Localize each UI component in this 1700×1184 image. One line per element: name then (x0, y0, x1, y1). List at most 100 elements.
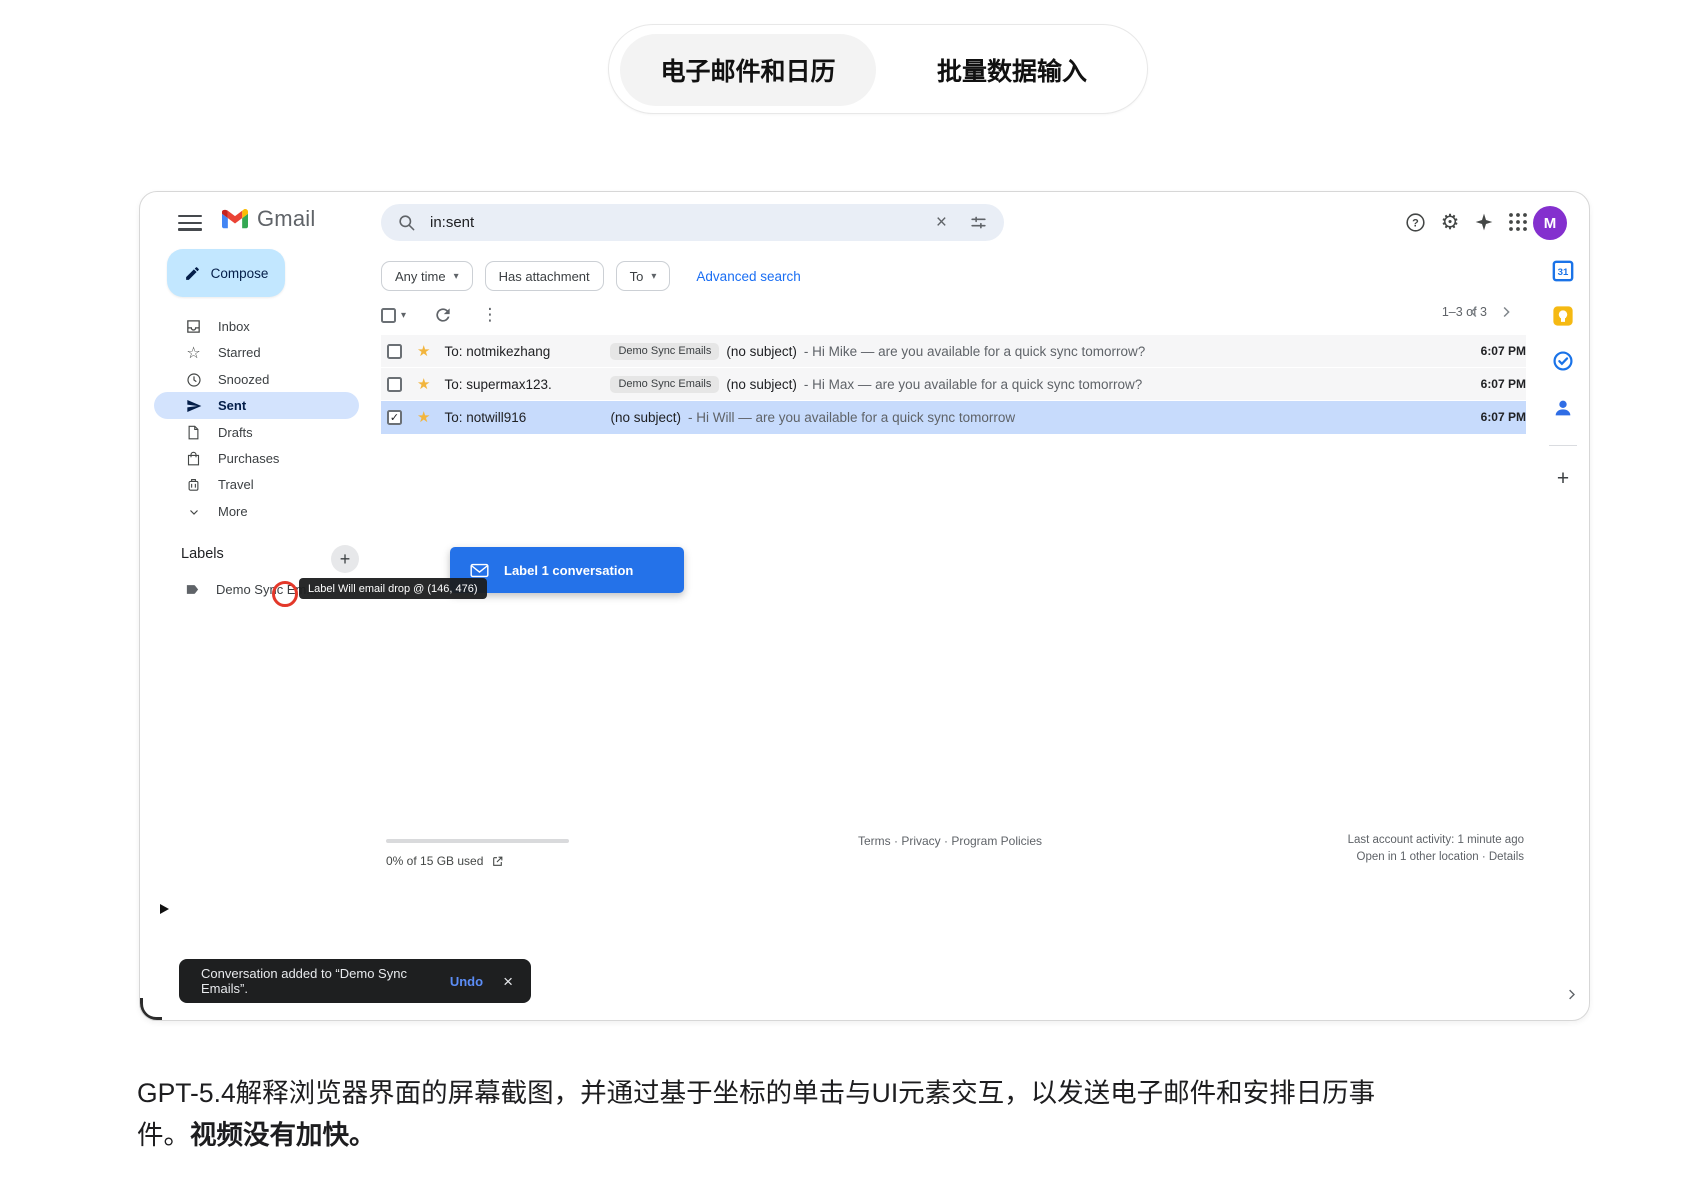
subject: (no subject) (726, 377, 797, 392)
caption-line1: GPT-5.4解释浏览器界面的屏幕截图，并通过基于坐标的单击与UI元素交互，以发… (137, 1078, 1375, 1108)
caption-line2-bold: 视频没有加快。 (190, 1120, 376, 1150)
compose-label: Compose (211, 266, 269, 281)
subject: (no subject) (610, 410, 681, 425)
chip-has-attachment[interactable]: Has attachment (485, 261, 604, 291)
timestamp: 6:07 PM (1481, 344, 1526, 358)
select-all-checkbox[interactable] (381, 308, 396, 323)
recipient: To: notwill916 (444, 410, 610, 425)
caption: GPT-5.4解释浏览器界面的屏幕截图，并通过基于坐标的单击与UI元素交互，以发… (137, 1072, 1567, 1156)
more-options-icon[interactable]: ⋮ (480, 305, 500, 325)
search-icon[interactable] (397, 213, 416, 232)
snackbar-toast: Conversation added to “Demo Sync Emails”… (179, 959, 531, 1003)
chevron-down-icon (185, 503, 202, 520)
snippet: - Hi Mike — are you available for a quic… (804, 344, 1145, 359)
show-side-panel-icon[interactable] (1564, 987, 1580, 1003)
help-icon[interactable]: ? (1405, 212, 1427, 234)
clear-search-icon[interactable]: × (936, 212, 947, 234)
sidebar-item-travel[interactable]: Travel (154, 471, 359, 498)
email-row-2[interactable]: ★ To: supermax123. Demo Sync Emails (no … (381, 368, 1526, 401)
storage-text: 0% of 15 GB used (386, 854, 504, 868)
view-toggle: 电子邮件和日历 批量数据输入 (608, 24, 1148, 114)
corner-mark (139, 998, 162, 1021)
toast-message: Conversation added to “Demo Sync Emails”… (201, 966, 426, 996)
star-icon[interactable]: ★ (417, 344, 430, 359)
svg-text:?: ? (1412, 217, 1419, 229)
chevron-down-icon: ▾ (651, 271, 656, 282)
settings-gear-icon[interactable]: ⚙ (1439, 212, 1461, 234)
label-chip[interactable]: Demo Sync Emails (610, 376, 719, 393)
sidebar-item-inbox[interactable]: Inbox (154, 313, 359, 340)
caption-line2: 件。 (137, 1120, 190, 1150)
star-icon[interactable]: ★ (417, 410, 430, 425)
row-checkbox[interactable] (387, 344, 402, 359)
avatar[interactable]: M (1533, 206, 1567, 240)
gmail-m-icon (222, 209, 248, 229)
undo-button[interactable]: Undo (450, 974, 483, 989)
gmail-logo: Gmail (222, 206, 315, 232)
storage-meter (386, 839, 569, 843)
row-checkbox[interactable] (387, 377, 402, 392)
shopping-bag-icon (185, 450, 202, 467)
compose-button[interactable]: Compose (167, 249, 285, 297)
rail-divider (1549, 445, 1577, 446)
chevron-down-icon: ▾ (454, 271, 459, 282)
advanced-search-link[interactable]: Advanced search (696, 269, 800, 284)
timestamp: 6:07 PM (1481, 410, 1526, 424)
newer-page-icon[interactable] (1465, 303, 1485, 323)
contacts-icon[interactable] (1552, 397, 1574, 419)
play-cursor-triangle (160, 904, 169, 914)
select-dropdown-icon[interactable]: ▾ (401, 310, 406, 321)
refresh-icon[interactable] (433, 305, 453, 325)
search-filter-chips: Any time ▾ Has attachment To ▾ Advanced … (381, 261, 801, 291)
account-activity: Last account activity: 1 minute ago Open… (1348, 832, 1524, 866)
sidebar-item-purchases[interactable]: Purchases (154, 445, 359, 472)
close-icon[interactable]: × (503, 973, 513, 990)
hamburger-menu-icon[interactable] (178, 215, 202, 231)
get-add-ons-button[interactable]: + (1552, 468, 1574, 490)
toggle-option-email-calendar[interactable]: 电子邮件和日历 (620, 34, 876, 106)
label-chip[interactable]: Demo Sync Emails (610, 343, 719, 360)
sidebar-item-sent[interactable]: Sent (154, 392, 359, 419)
search-options-icon[interactable] (969, 213, 988, 232)
pencil-icon (184, 265, 201, 282)
toggle-label: 批量数据输入 (937, 52, 1087, 88)
star-outline-icon: ☆ (185, 344, 202, 361)
envelope-icon (470, 563, 489, 578)
send-icon (185, 397, 202, 414)
older-page-icon[interactable] (1497, 303, 1517, 323)
external-link-icon[interactable] (491, 855, 504, 868)
sparkle-icon[interactable] (1474, 212, 1496, 234)
sidebar-item-more[interactable]: More (154, 498, 359, 525)
subject: (no subject) (726, 344, 797, 359)
tasks-icon[interactable] (1552, 350, 1574, 372)
gmail-window: Gmail in:sent × ? ⚙ (139, 191, 1590, 1021)
footer-policies[interactable]: Terms · Privacy · Program Policies (800, 834, 1100, 848)
svg-text:31: 31 (1558, 267, 1569, 278)
sidebar-item-starred[interactable]: ☆ Starred (154, 339, 359, 366)
sidebar-item-drafts[interactable]: Drafts (154, 419, 359, 446)
toggle-label: 电子邮件和日历 (660, 52, 835, 88)
label-tag-icon (185, 582, 200, 597)
action-tooltip: Label Will email drop @ (146, 476) (299, 578, 487, 599)
recipient: To: notmikezhang (444, 344, 610, 359)
email-row-1[interactable]: ★ To: notmikezhang Demo Sync Emails (no … (381, 335, 1526, 368)
search-bar[interactable]: in:sent × (381, 204, 1004, 241)
create-label-button[interactable]: + (331, 545, 359, 573)
star-icon[interactable]: ★ (417, 377, 430, 392)
calendar-icon[interactable]: 31 (1552, 260, 1574, 282)
recipient: To: supermax123. (444, 377, 610, 392)
snippet: - Hi Max — are you available for a quick… (804, 377, 1142, 392)
toggle-option-batch-data[interactable]: 批量数据输入 (887, 34, 1137, 106)
chip-any-time[interactable]: Any time ▾ (381, 261, 473, 291)
keep-icon[interactable] (1552, 305, 1574, 327)
search-input[interactable]: in:sent (430, 214, 936, 231)
chip-to[interactable]: To ▾ (616, 261, 671, 291)
email-row-3-selected[interactable]: ✓ ★ To: notwill916 (no subject) - Hi Wil… (381, 401, 1526, 434)
drag-ghost-text: Label 1 conversation (504, 563, 633, 578)
snippet: - Hi Will — are you available for a quic… (688, 410, 1015, 425)
sidebar-item-snoozed[interactable]: Snoozed (154, 366, 359, 393)
labels-header: Labels (181, 546, 224, 562)
row-checkbox-checked[interactable]: ✓ (387, 410, 402, 425)
apps-grid-icon[interactable] (1508, 212, 1530, 234)
draft-icon (185, 424, 202, 441)
